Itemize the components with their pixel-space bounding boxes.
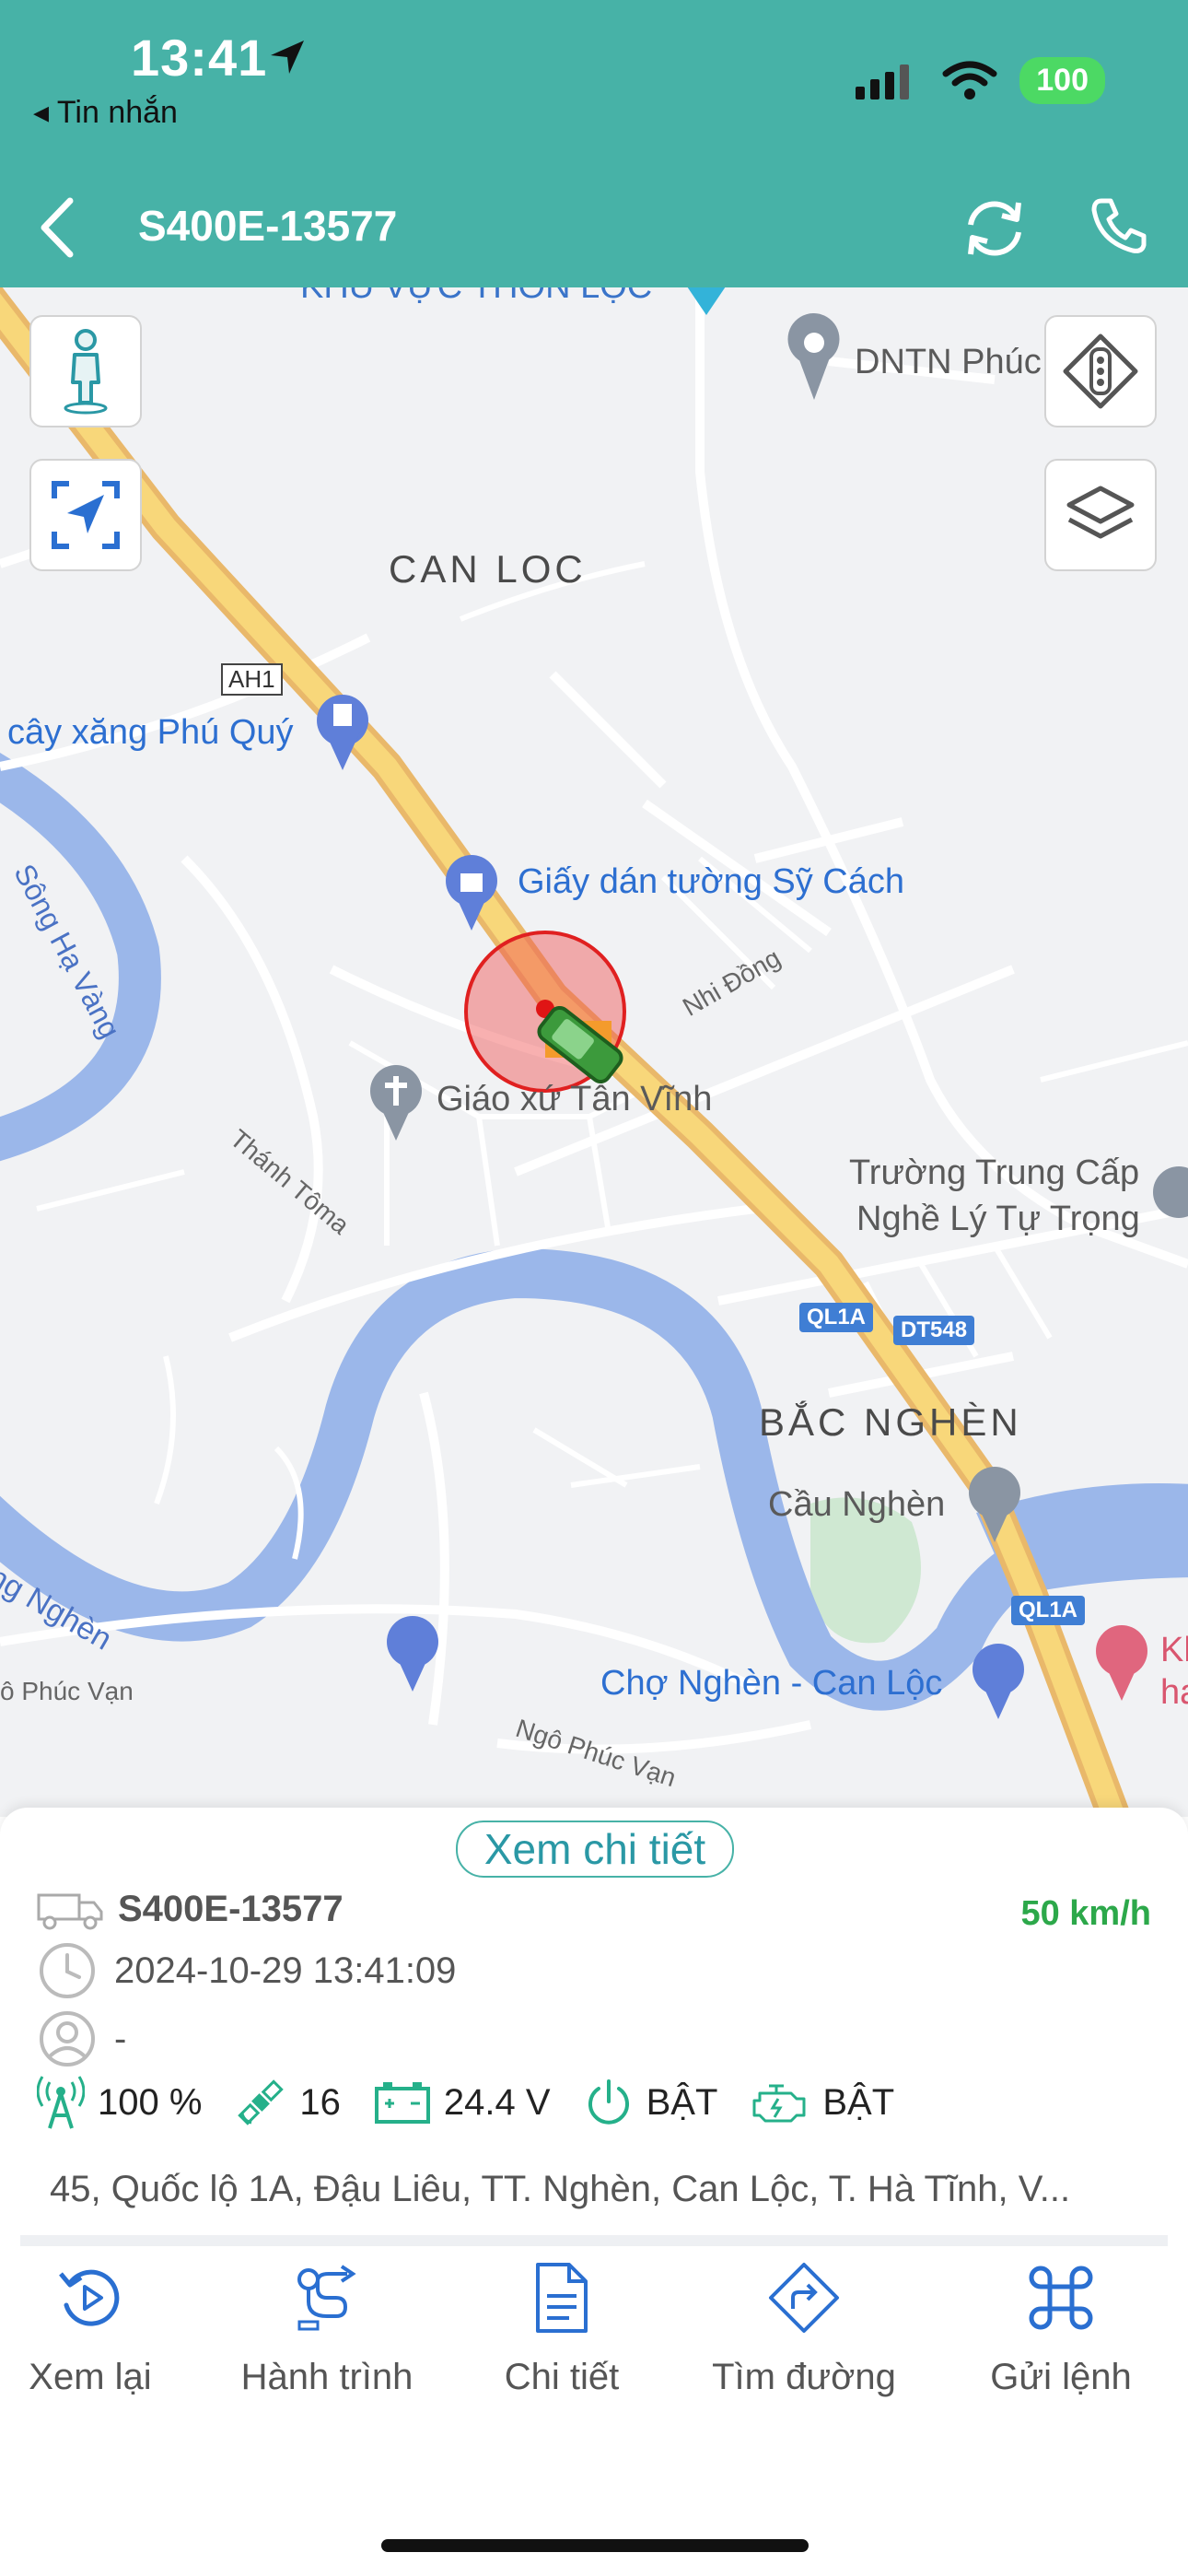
back-chevron-icon[interactable] [35,195,81,260]
voltage-value: 24.4 V [443,2081,551,2123]
document-icon [536,2263,588,2333]
engine-icon [752,2084,806,2123]
stat-satellites: 16 [235,2077,341,2128]
stat-power: BẬT [584,2078,718,2127]
poi-ha: ha [1160,1673,1188,1712]
poi-bridge: Cầu Nghèn [768,1485,946,1524]
status-stats: 100 % 16 24.4 V BẬT BẬT [37,2075,927,2130]
traffic-light-icon [1063,334,1138,409]
stat-voltage: 24.4 V [374,2079,551,2125]
poi-sticker-shop: Giấy dán tường Sỹ Cách [518,862,905,901]
user-icon [40,2011,95,2067]
poi-dntn: DNTN Phúc [855,343,1042,381]
divider [20,2235,1168,2246]
journey-label: Hành trình [240,2357,413,2397]
satellite-icon [238,2079,285,2125]
back-to-app-link[interactable]: ◂ Tin nhắn [33,94,178,131]
directions-icon [769,2263,839,2333]
send-command-button[interactable]: Gửi lệnh [941,2261,1181,2398]
replay-label: Xem lại [29,2357,152,2397]
journey-button[interactable]: Hành trình [207,2261,447,2398]
refresh-icon[interactable] [960,193,1030,263]
driver-name: - [114,2018,127,2059]
area-label-bac-nghen: BẮC NGHÈN [759,1400,1022,1444]
area-label-can-loc: CAN LOC [389,547,587,591]
map-view[interactable]: KHU VỰC THÔN LỘC DNTN Phúc CAN LOC AH1 c… [0,287,1188,1817]
stat-signal: 100 % [37,2075,202,2130]
vehicle-info-panel: Xem chi tiết S400E-13577 50 km/h 2024-10… [0,1808,1188,2576]
battery-icon [374,2082,430,2124]
nav-title: S400E-13577 [138,202,398,250]
locate-icon [52,481,120,549]
plate-row: S400E-13577 [37,1889,344,1930]
replay-icon [59,2269,120,2326]
wifi-icon [942,61,997,100]
locate-vehicle-button[interactable] [29,459,142,571]
vehicle-plate: S400E-13577 [118,1889,344,1929]
poi-market: Chợ Nghèn - Can Lộc [600,1664,943,1703]
street-phuc-van: ô Phúc Vạn [0,1677,134,1705]
shield-ql1a-1: QL1A [799,1303,874,1332]
poi-top-cut: KHU VỰC THÔN LỘC [300,287,652,307]
directions-label: Tìm đường [712,2357,896,2397]
top-bar: 13:41 ◂ Tin nhắn 100 S400E-13577 [0,0,1188,287]
phone-icon[interactable] [1089,195,1149,256]
power-icon [588,2079,629,2125]
map-base [0,287,1188,1817]
send-command-label: Gửi lệnh [990,2357,1132,2397]
status-icons: 100 [856,57,1105,104]
signal-value: 100 % [98,2081,203,2123]
detail-label: Chi tiết [504,2357,620,2397]
poi-school-line1: Trường Trung Cấp [849,1153,1140,1192]
shield-ql1a-2: QL1A [1011,1596,1086,1625]
replay-button[interactable]: Xem lại [0,2261,210,2398]
poi-kh: Kh [1160,1631,1188,1669]
battery-indicator: 100 [1019,57,1105,104]
detail-button[interactable]: Chi tiết [442,2261,681,2398]
location-arrow-icon [271,41,304,74]
engine-value: BẬT [822,2081,895,2123]
poi-church: Giáo xứ Tân Vĩnh [437,1080,713,1118]
view-detail-button[interactable]: Xem chi tiết [456,1821,734,1878]
home-indicator[interactable] [381,2539,809,2552]
truck-icon [37,1893,103,1929]
clock-icon [40,1943,95,1998]
layers-button[interactable] [1044,459,1157,571]
poi-gas-station: cây xăng Phú Quý [7,713,294,752]
shield-dt548: DT548 [893,1316,975,1345]
power-value: BẬT [646,2081,718,2123]
command-icon [1029,2266,1093,2330]
traffic-light-button[interactable] [1044,315,1157,427]
status-time: 13:41 [131,29,268,87]
timestamp-row: 2024-10-29 13:41:09 [37,1940,456,2001]
stat-engine: BẬT [751,2078,894,2126]
vehicle-address: 45, Quốc lộ 1A, Đậu Liêu, TT. Nghèn, Can… [50,2169,1071,2209]
shield-ah1: AH1 [221,663,283,696]
satellites-value: 16 [299,2081,341,2123]
cellular-signal-icon [856,64,910,100]
poi-school-line2: Nghề Lý Tự Trọng [856,1200,1140,1238]
timestamp: 2024-10-29 13:41:09 [114,1950,457,1991]
driver-row: - [37,2008,126,2069]
person-icon [64,329,108,415]
street-view-button[interactable] [29,315,142,427]
signal-tower-icon [37,2076,85,2129]
route-icon [297,2265,356,2331]
directions-button[interactable]: Tìm đường [684,2261,924,2398]
layers-icon [1066,486,1135,539]
vehicle-speed: 50 km/h [1020,1894,1151,1933]
